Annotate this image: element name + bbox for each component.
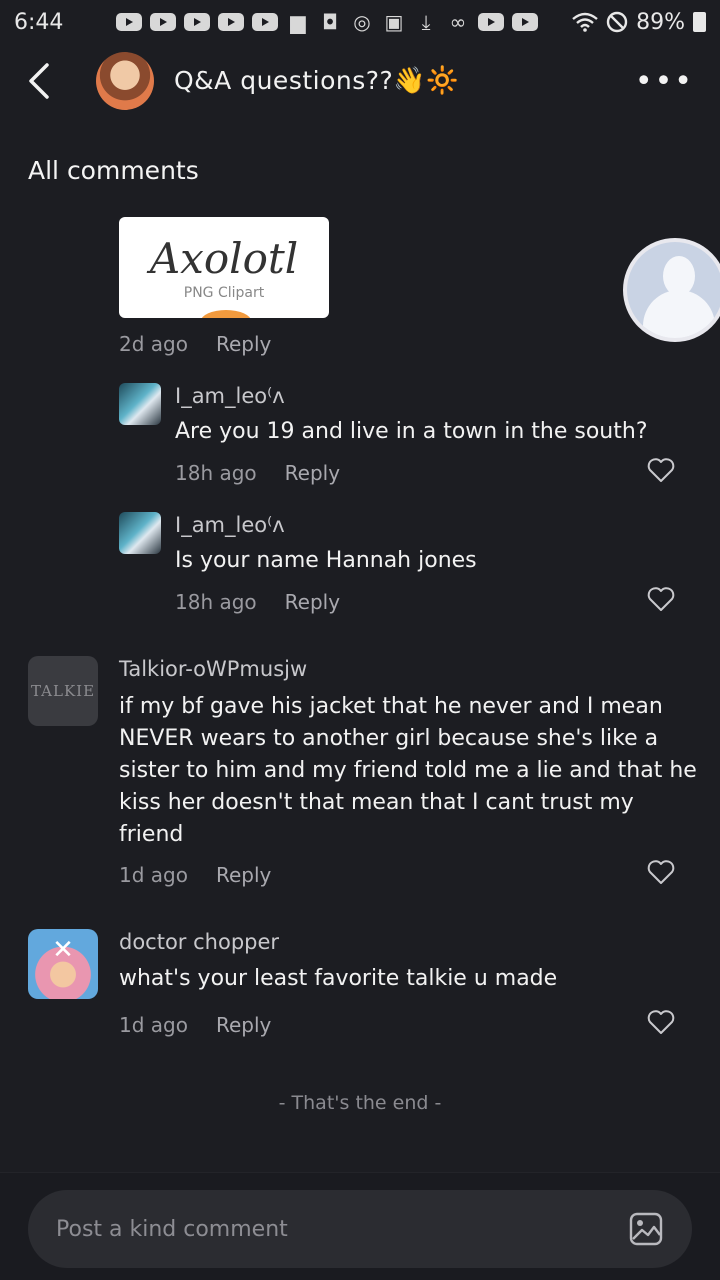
floating-profile-bubble[interactable]: [623, 238, 720, 342]
reply-meta: 18h ago Reply: [175, 590, 340, 614]
reply-time: 18h ago: [175, 461, 257, 485]
avatar-text: TALKIE: [30, 682, 96, 700]
page-title-emoji: 👋🔆: [393, 66, 460, 96]
page-title-text: Q&A questions??: [174, 66, 394, 95]
messenger-icon: ◎: [353, 10, 371, 34]
system-status: 89%: [572, 10, 706, 35]
reply-author[interactable]: I_am_leo⁽ᴧ: [175, 384, 285, 408]
more-options-button[interactable]: •••: [635, 64, 694, 99]
comment-time: 1d ago: [119, 863, 188, 887]
comment-line: NEVER wears to another girl because she'…: [119, 726, 659, 751]
status-time: 6:44: [14, 9, 64, 35]
notification-icons: ▆ ◘ ◎ ▣ ⤓ ∞: [104, 10, 572, 34]
default-avatar-body: [643, 290, 715, 338]
voicemail-icon: ∞: [449, 10, 467, 34]
battery-percent: 89%: [636, 9, 685, 35]
comment-text: what's your least favorite talkie u made: [119, 963, 557, 995]
download-icon: ⤓: [421, 10, 431, 34]
heart-icon[interactable]: [647, 1009, 675, 1035]
image-title: Axolotl: [149, 233, 299, 283]
reply-time: 18h ago: [175, 590, 257, 614]
comment-composer: [0, 1172, 720, 1280]
youtube-notification-icon: [218, 13, 244, 31]
youtube-notification-icon: [252, 13, 278, 31]
heart-icon[interactable]: [647, 586, 675, 612]
comment-author[interactable]: doctor chopper: [119, 930, 279, 954]
status-bar: 6:44 ▆ ◘ ◎ ▣ ⤓ ∞ 89%: [0, 0, 720, 44]
header: Q&A questions??👋🔆 •••: [0, 48, 720, 114]
axolotl-graphic: [201, 310, 251, 318]
youtube-notification-icon: [150, 13, 176, 31]
reply-button[interactable]: Reply: [216, 332, 271, 356]
commenter-avatar[interactable]: TALKIE: [28, 656, 98, 726]
gallery-icon: ▣: [384, 10, 404, 34]
reply-text: Are you 19 and live in a town in the sou…: [175, 419, 648, 444]
comment-image[interactable]: Axolotl PNG Clipart: [119, 217, 329, 318]
reply-button[interactable]: Reply: [216, 863, 271, 887]
youtube-notification-icon: [184, 13, 210, 31]
heart-icon[interactable]: [647, 859, 675, 885]
chevron-left-icon: [29, 63, 49, 99]
reply-text: Is your name Hannah jones: [175, 548, 477, 573]
reply-meta: 18h ago Reply: [175, 461, 340, 485]
do-not-disturb-icon: [606, 11, 628, 33]
reply-button[interactable]: Reply: [216, 1013, 271, 1037]
avatar-text: ✕: [52, 935, 74, 965]
commenter-avatar[interactable]: ✕: [28, 929, 98, 999]
section-title: All comments: [28, 156, 199, 185]
comment-meta: 1d ago Reply: [119, 863, 271, 887]
comment-input[interactable]: [28, 1190, 692, 1268]
comment-line: kiss her doesn't that mean that I cant t…: [119, 790, 634, 815]
youtube-notification-icon: [116, 13, 142, 31]
comment-author[interactable]: Talkior-oWPmusjw: [119, 657, 307, 681]
author-avatar[interactable]: [96, 52, 154, 110]
reply-avatar[interactable]: [119, 512, 161, 554]
comment-meta: 1d ago Reply: [119, 1013, 271, 1037]
image-subtitle: PNG Clipart: [183, 284, 265, 301]
reply-button[interactable]: Reply: [285, 590, 340, 614]
reply-author[interactable]: I_am_leo⁽ᴧ: [175, 513, 285, 537]
battery-icon: [693, 12, 706, 32]
wifi-icon: [572, 12, 598, 32]
page-title: Q&A questions??👋🔆: [174, 66, 459, 96]
end-of-list-text: - That's the end -: [278, 1092, 442, 1114]
reply-button[interactable]: Reply: [285, 461, 340, 485]
comment-line: what's your least favorite talkie u made: [119, 966, 558, 991]
app-notification-icon: ◘: [322, 10, 338, 34]
image-attach-icon[interactable]: [628, 1211, 664, 1247]
heart-icon[interactable]: [647, 457, 675, 483]
back-button[interactable]: [0, 48, 80, 114]
youtube-notification-icon: [478, 13, 504, 31]
comment-line: friend: [119, 822, 184, 847]
comment-line: sister to him and my friend told me a li…: [119, 758, 697, 783]
comment-time: 1d ago: [119, 1013, 188, 1037]
folder-icon: ▆: [290, 10, 306, 34]
comment-time: 2d ago: [119, 332, 188, 356]
reply-avatar[interactable]: [119, 383, 161, 425]
youtube-notification-icon: [512, 13, 538, 31]
comment-line: if my bf gave his jacket that he never a…: [119, 694, 663, 719]
comment-text: if my bf gave his jacket that he never a…: [119, 691, 697, 851]
comment-meta: 2d ago Reply: [119, 332, 271, 356]
